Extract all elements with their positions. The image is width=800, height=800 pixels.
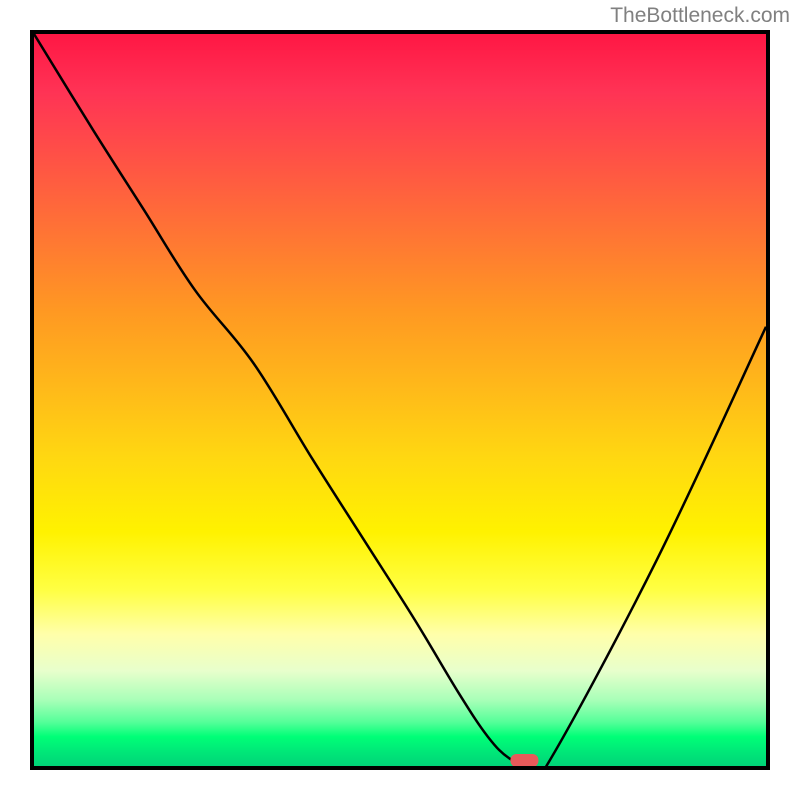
bottleneck-chart	[30, 30, 770, 770]
optimal-point-marker	[510, 754, 538, 766]
bottleneck-curve-line	[34, 34, 766, 766]
attribution-text: TheBottleneck.com	[610, 4, 790, 28]
chart-svg	[34, 34, 766, 766]
